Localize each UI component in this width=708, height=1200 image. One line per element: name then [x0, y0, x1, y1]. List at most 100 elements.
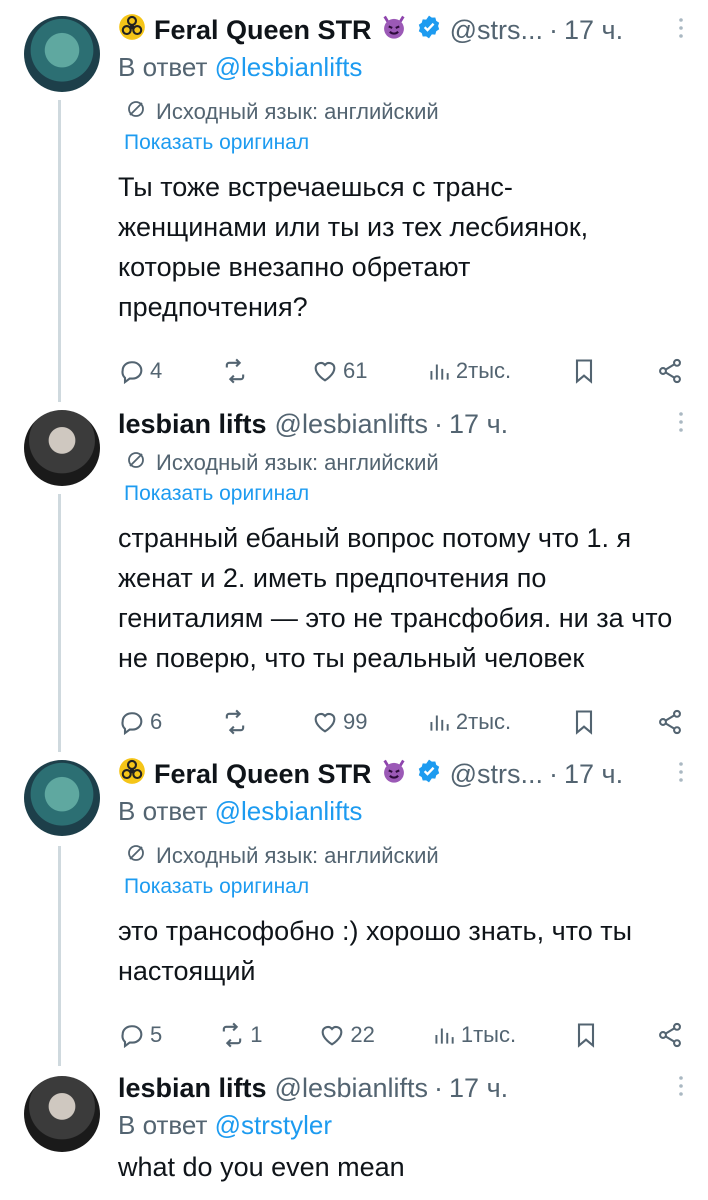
share-button[interactable]	[656, 357, 684, 385]
separator-dot: ·	[548, 14, 558, 45]
translation-note: Исходный язык: английский	[118, 841, 684, 871]
reply-context: В ответ @lesbianlifts	[118, 796, 684, 827]
like-icon	[318, 1021, 346, 1049]
reply-button[interactable]: 6	[118, 708, 162, 736]
tweet-text: what do you even mean	[118, 1152, 405, 1182]
author-name[interactable]: Feral Queen STR	[154, 759, 372, 790]
translation-note: Исходный язык: английский	[118, 97, 684, 127]
views-button[interactable]: 2тыс.	[426, 358, 511, 384]
author-handle[interactable]: @strs...	[450, 15, 543, 46]
timestamp[interactable]: 17 ч.	[449, 409, 508, 440]
share-icon	[656, 357, 684, 385]
devil-emoji-icon	[380, 13, 408, 48]
reply-prefix: В ответ	[118, 1110, 208, 1140]
devil-emoji-icon	[380, 757, 408, 792]
translation-note: Исходный язык: английский	[118, 448, 684, 478]
share-icon	[656, 1021, 684, 1049]
show-original-link[interactable]: Показать оригинал	[118, 131, 684, 155]
repost-button[interactable]	[221, 357, 253, 385]
like-button[interactable]: 99	[311, 708, 368, 736]
translate-icon	[124, 841, 148, 871]
author-handle[interactable]: @strs...	[450, 759, 543, 790]
translation-label: Исходный язык: английский	[156, 843, 439, 868]
like-count: 61	[343, 358, 368, 383]
author-name[interactable]: Feral Queen STR	[154, 15, 372, 46]
share-icon	[656, 708, 684, 736]
translation-label: Исходный язык: английский	[156, 450, 439, 475]
avatar[interactable]	[24, 760, 100, 836]
bookmark-icon	[570, 357, 598, 385]
avatar[interactable]	[24, 1076, 100, 1152]
author-handle[interactable]: @lesbianlifts	[275, 409, 428, 440]
tweet-header: Feral Queen STR @strs... · 17 ч.	[118, 756, 684, 792]
reply-count: 5	[150, 1022, 163, 1047]
like-button[interactable]: 22	[318, 1021, 375, 1049]
tweet-header: lesbian lifts @lesbianlifts · 17 ч.	[118, 1070, 684, 1106]
reply-to-link[interactable]: @strstyler	[215, 1110, 332, 1140]
tweet-header: lesbian lifts @lesbianlifts · 17 ч.	[118, 406, 684, 442]
repost-icon	[221, 708, 249, 736]
biohazard-icon	[118, 757, 146, 792]
action-bar: 5 1 22 1тыс.	[118, 1017, 684, 1053]
bookmark-icon	[570, 708, 598, 736]
repost-icon	[221, 357, 249, 385]
biohazard-icon	[118, 13, 146, 48]
repost-count: 1	[250, 1022, 263, 1047]
thread-line	[58, 494, 61, 752]
action-bar: 6 99 2тыс.	[118, 704, 684, 740]
views-button[interactable]: 1тыс.	[431, 1022, 516, 1048]
bookmark-button[interactable]	[570, 357, 598, 385]
like-button[interactable]: 61	[311, 357, 368, 385]
tweet-text: это трансофобно :) хорошо знать, что ты …	[118, 916, 633, 986]
view-count: 1тыс.	[460, 1022, 517, 1047]
like-count: 22	[350, 1022, 375, 1047]
more-icon[interactable]	[678, 410, 684, 441]
views-icon	[431, 1022, 457, 1048]
repost-button[interactable]: 1	[218, 1021, 262, 1049]
author-name[interactable]: lesbian lifts	[118, 1073, 267, 1104]
reply-context: В ответ @strstyler	[118, 1110, 684, 1141]
more-icon[interactable]	[678, 16, 684, 47]
verified-badge-icon	[416, 758, 442, 791]
separator-dot: ·	[548, 758, 558, 789]
repost-button[interactable]	[221, 708, 253, 736]
reply-prefix: В ответ	[118, 52, 208, 82]
share-button[interactable]	[656, 708, 684, 736]
more-icon[interactable]	[678, 760, 684, 791]
show-original-link[interactable]: Показать оригинал	[118, 482, 684, 506]
views-button[interactable]: 2тыс.	[426, 709, 511, 735]
bookmark-icon	[572, 1021, 600, 1049]
reply-to-link[interactable]: @lesbianlifts	[215, 52, 363, 82]
more-icon[interactable]	[678, 1074, 684, 1105]
verified-badge-icon	[416, 14, 442, 47]
reply-prefix: В ответ	[118, 796, 208, 826]
timestamp[interactable]: 17 ч.	[449, 1073, 508, 1104]
share-button[interactable]	[656, 1021, 684, 1049]
reply-to-link[interactable]: @lesbianlifts	[215, 796, 363, 826]
reply-count: 4	[150, 358, 163, 383]
avatar[interactable]	[24, 410, 100, 486]
bookmark-button[interactable]	[572, 1021, 600, 1049]
reply-count: 6	[150, 709, 163, 734]
tweet-text: странный ебаный вопрос потому что 1. я ж…	[118, 523, 673, 673]
thread-line	[58, 100, 61, 402]
timestamp[interactable]: 17 ч.	[564, 759, 623, 790]
action-bar: 4 61 2тыс.	[118, 353, 684, 389]
view-count: 2тыс.	[455, 709, 512, 734]
reply-button[interactable]: 5	[118, 1021, 162, 1049]
translate-icon	[124, 97, 148, 127]
author-handle[interactable]: @lesbianlifts	[275, 1073, 428, 1104]
show-original-link[interactable]: Показать оригинал	[118, 875, 684, 899]
views-icon	[426, 709, 452, 735]
tweet-header: Feral Queen STR @strs... · 17 ч.	[118, 12, 684, 48]
bookmark-button[interactable]	[570, 708, 598, 736]
author-name[interactable]: lesbian lifts	[118, 409, 267, 440]
thread-line	[58, 846, 61, 1066]
reply-icon	[118, 708, 146, 736]
reply-icon	[118, 1021, 146, 1049]
timestamp[interactable]: 17 ч.	[564, 15, 623, 46]
reply-context: В ответ @lesbianlifts	[118, 52, 684, 83]
reply-button[interactable]: 4	[118, 357, 162, 385]
translate-icon	[124, 448, 148, 478]
avatar[interactable]	[24, 16, 100, 92]
